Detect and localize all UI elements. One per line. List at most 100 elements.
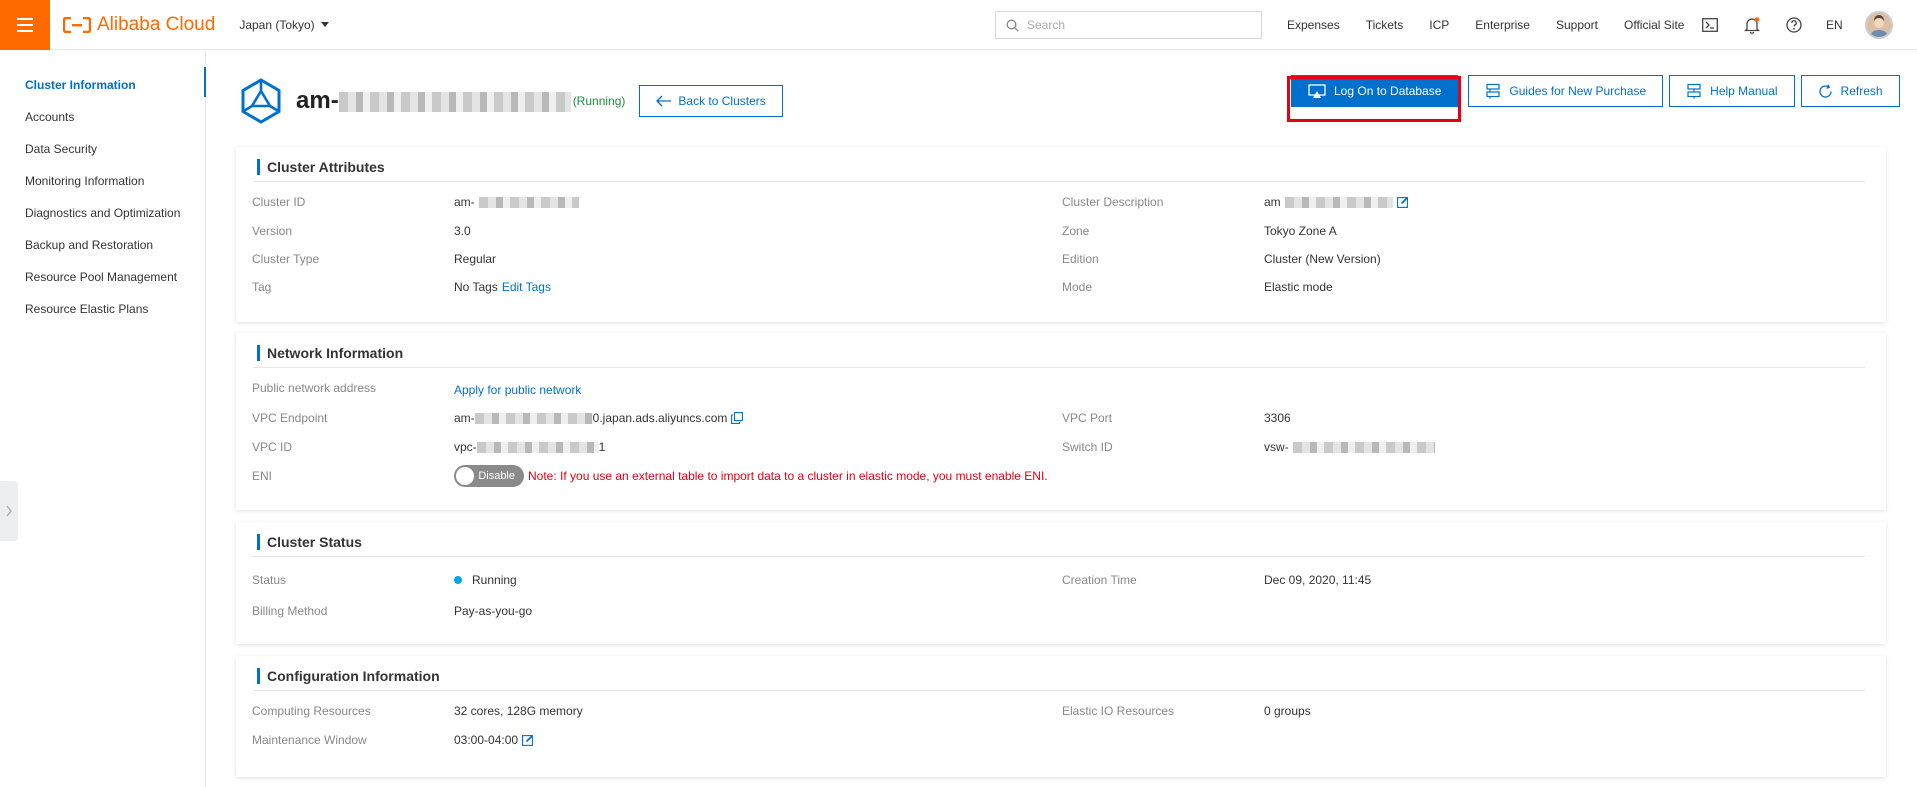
cluster-attributes-card: Cluster Attributes Cluster ID am- Versio… bbox=[236, 147, 1886, 322]
edition-value: Cluster (New Version) bbox=[1264, 252, 1381, 266]
maintenance-window-text: 03:00-04:00 bbox=[454, 733, 519, 747]
top-bar: Alibaba Cloud Japan (Tokyo) Expenses Tic… bbox=[0, 0, 1917, 50]
bell-icon[interactable] bbox=[1742, 15, 1762, 35]
redacted-description bbox=[1284, 196, 1393, 208]
brand-logo[interactable]: Alibaba Cloud bbox=[63, 14, 215, 36]
search-input[interactable] bbox=[1027, 18, 1237, 32]
back-to-clusters-label: Back to Clusters bbox=[678, 94, 766, 108]
zone-value: Tokyo Zone A bbox=[1264, 224, 1337, 238]
cluster-description-value: am bbox=[1264, 195, 1409, 209]
tag-label: Tag bbox=[252, 280, 272, 294]
computing-resources-label: Computing Resources bbox=[252, 704, 371, 718]
computing-resources-value: 32 cores, 128G memory bbox=[454, 704, 583, 718]
eni-toggle-label: Disable bbox=[478, 470, 515, 482]
redacted-endpoint bbox=[474, 412, 593, 424]
help-icon[interactable] bbox=[1784, 15, 1804, 35]
sidebar-item-backup-and-restoration[interactable]: Backup and Restoration bbox=[0, 229, 205, 261]
edit-icon[interactable] bbox=[1396, 196, 1409, 208]
back-arrow-icon bbox=[656, 95, 672, 107]
cluster-description-label: Cluster Description bbox=[1062, 195, 1164, 209]
page-header: am- (Running) Back to Clusters bbox=[238, 78, 783, 124]
sidebar-item-data-security[interactable]: Data Security bbox=[0, 133, 205, 165]
zone-label: Zone bbox=[1062, 224, 1090, 238]
refresh-button[interactable]: Refresh bbox=[1800, 75, 1900, 107]
back-to-clusters-button[interactable]: Back to Clusters bbox=[639, 85, 783, 117]
cluster-id-prefix: am- bbox=[454, 195, 475, 209]
switch-id-prefix: vsw- bbox=[1264, 440, 1289, 454]
hamburger-menu-icon[interactable] bbox=[0, 0, 50, 50]
elastic-io-resources-label: Elastic IO Resources bbox=[1062, 704, 1175, 718]
region-label: Japan (Tokyo) bbox=[239, 17, 315, 32]
sidebar-collapse-toggle[interactable] bbox=[0, 481, 18, 541]
cluster-description-prefix: am bbox=[1264, 195, 1281, 209]
nav-expenses[interactable]: Expenses bbox=[1287, 18, 1340, 32]
redacted-cluster-id bbox=[478, 196, 579, 208]
edit-tags-link[interactable]: Edit Tags bbox=[502, 280, 551, 294]
network-information-title: Network Information bbox=[257, 345, 403, 361]
switch-id-value: vsw- bbox=[1264, 440, 1435, 454]
nav-icp[interactable]: ICP bbox=[1429, 18, 1449, 32]
sidebar-item-cluster-information[interactable]: Cluster Information bbox=[0, 69, 205, 101]
status-label: Status bbox=[252, 573, 287, 587]
sidebar-item-diagnostics-and-optimization[interactable]: Diagnostics and Optimization bbox=[0, 197, 205, 229]
cluster-status-card: Cluster Status Status Running Billing Me… bbox=[236, 522, 1886, 644]
configuration-information-title: Configuration Information bbox=[257, 668, 440, 684]
apply-for-public-network-link[interactable]: Apply for public network bbox=[454, 383, 581, 397]
network-information-card: Network Information Public network addre… bbox=[236, 333, 1886, 510]
language-switch[interactable]: EN bbox=[1826, 18, 1843, 32]
eni-note: Note: If you use an external table to im… bbox=[528, 469, 1048, 483]
redacted-cluster-name bbox=[338, 91, 571, 112]
toggle-knob bbox=[456, 467, 474, 485]
divider bbox=[253, 367, 1865, 368]
guides-for-new-purchase-label: Guides for New Purchase bbox=[1509, 84, 1647, 98]
vpc-id-label: VPC ID bbox=[252, 440, 293, 454]
nav-tickets[interactable]: Tickets bbox=[1366, 18, 1404, 32]
analyticdb-cluster-icon bbox=[241, 78, 281, 124]
log-on-to-database-button[interactable]: Log On to Database bbox=[1291, 75, 1459, 107]
guides-for-new-purchase-button[interactable]: Guides for New Purchase bbox=[1468, 75, 1664, 107]
refresh-icon bbox=[1818, 84, 1832, 98]
mode-value: Elastic mode bbox=[1264, 280, 1333, 294]
search-icon bbox=[1006, 19, 1019, 31]
vpc-id-value: vpc- 1 bbox=[454, 440, 605, 454]
cluster-type-label: Cluster Type bbox=[252, 252, 320, 266]
creation-time-value: Dec 09, 2020, 11:45 bbox=[1264, 573, 1372, 587]
maintenance-window-label: Maintenance Window bbox=[252, 733, 367, 747]
switch-id-label: Switch ID bbox=[1062, 440, 1113, 454]
eni-label: ENI bbox=[252, 469, 273, 483]
vpc-id-suffix: 1 bbox=[598, 440, 606, 454]
sidebar-item-resource-pool-management[interactable]: Resource Pool Management bbox=[0, 261, 205, 293]
cluster-name-prefix: am- bbox=[296, 87, 339, 114]
help-manual-button[interactable]: Help Manual bbox=[1669, 75, 1795, 107]
top-icons: EN bbox=[1700, 0, 1893, 50]
vpc-id-prefix: vpc- bbox=[454, 440, 477, 454]
eni-value: Disable Note: If you use an external tab… bbox=[454, 465, 1048, 487]
avatar[interactable] bbox=[1864, 11, 1893, 39]
eni-toggle[interactable]: Disable bbox=[454, 465, 524, 487]
nav-support[interactable]: Support bbox=[1556, 18, 1598, 32]
terminal-icon[interactable] bbox=[1700, 15, 1720, 35]
nav-official-site[interactable]: Official Site bbox=[1624, 18, 1684, 32]
sidebar-item-accounts[interactable]: Accounts bbox=[0, 101, 205, 133]
vpc-endpoint-label: VPC Endpoint bbox=[252, 411, 328, 425]
nav-enterprise[interactable]: Enterprise bbox=[1475, 18, 1530, 32]
monitor-icon bbox=[1308, 83, 1326, 98]
alibaba-cloud-logo-icon bbox=[63, 16, 91, 33]
cluster-type-value: Regular bbox=[454, 252, 497, 266]
mode-label: Mode bbox=[1062, 280, 1093, 294]
guide-icon bbox=[1486, 83, 1501, 99]
sidebar: Cluster Information Accounts Data Securi… bbox=[0, 51, 206, 787]
help-manual-label: Help Manual bbox=[1710, 84, 1778, 98]
brand-name: Alibaba Cloud bbox=[97, 13, 216, 35]
edit-icon[interactable] bbox=[522, 734, 534, 746]
billing-method-value: Pay-as-you-go bbox=[454, 604, 533, 618]
sidebar-active-indicator bbox=[204, 67, 206, 97]
sidebar-item-resource-elastic-plans[interactable]: Resource Elastic Plans bbox=[0, 293, 205, 325]
region-selector[interactable]: Japan (Tokyo) bbox=[239, 17, 329, 32]
copy-icon[interactable] bbox=[731, 412, 744, 424]
sidebar-item-monitoring-information[interactable]: Monitoring Information bbox=[0, 165, 205, 197]
cluster-id-label: Cluster ID bbox=[252, 195, 306, 209]
search-box[interactable] bbox=[995, 11, 1262, 39]
elastic-io-resources-value: 0 groups bbox=[1264, 704, 1311, 718]
divider bbox=[253, 690, 1865, 691]
